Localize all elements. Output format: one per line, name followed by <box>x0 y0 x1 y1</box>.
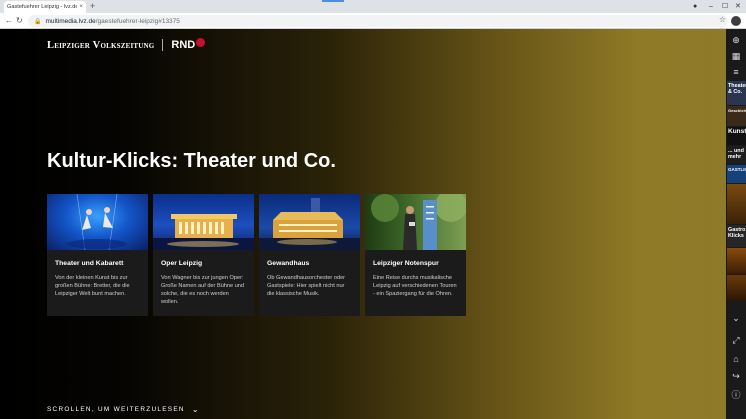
tab-accent <box>322 0 344 2</box>
card-gewandhaus[interactable]: Gewandhaus Ob Gewandhausorchester oder G… <box>259 194 360 316</box>
card-title: Oper Leipzig <box>161 260 203 267</box>
menu-icon[interactable]: ≡ <box>728 66 744 77</box>
profile-avatar[interactable] <box>731 16 741 26</box>
card-text: Eine Reise durchs musikalische Leipzig a… <box>373 275 457 297</box>
url-path: /gaestefuehrer-leipzig#13375 <box>95 17 180 25</box>
back-icon[interactable]: ← <box>5 14 13 28</box>
browser-tab[interactable]: Gastefuehrer Leipzig - lvz.de × <box>4 1 86 13</box>
page-title: Kultur-Klicks: Theater und Co. <box>47 150 336 172</box>
sidebar-item-theater[interactable]: Theater & Co. <box>727 81 746 105</box>
url-input[interactable]: 🔒 multimedia.lvz.de/gaestefuehrer-leipzi… <box>28 15 728 27</box>
sidebar-item-gastlich[interactable]: GASTLICH <box>727 165 746 183</box>
card-image-gewandhaus <box>259 194 360 250</box>
card-text: Von der kleinen Kunst bis zur großen Büh… <box>55 275 130 297</box>
card-title: Theater und Kabarett <box>55 260 124 267</box>
grid-icon[interactable]: ▦ <box>728 51 744 62</box>
record-icon[interactable]: ● <box>693 1 697 12</box>
home-icon[interactable]: ⌂ <box>728 353 744 364</box>
chevron-down-icon[interactable]: ⌄ <box>728 313 744 324</box>
card-list: Theater und Kabarett Von der kleinen Kun… <box>47 194 466 316</box>
card-image-notenspur <box>365 194 466 250</box>
rnd-logo: RND <box>171 39 196 51</box>
scroll-hint-label: SCROLLEN, UM WEITERZULESEN <box>47 406 185 413</box>
sidebar-nav: ⊕ ▦ ≡ Theater & Co. Geschichte Kunst ...… <box>726 29 746 419</box>
brand-divider <box>162 39 164 51</box>
rnd-mark-icon <box>196 37 206 47</box>
card-leipziger-notenspur[interactable]: Leipziger Notenspur Eine Reise durchs mu… <box>365 194 466 316</box>
plus-icon[interactable]: ⊕ <box>728 35 744 46</box>
tab-title: Gastefuehrer Leipzig - lvz.de <box>7 4 78 10</box>
lock-icon: 🔒 <box>34 18 42 25</box>
sidebar-item-mehr[interactable]: ... und mehr <box>727 146 746 164</box>
lvz-logo: Leipziger Volkszeitung <box>47 39 155 51</box>
card-text: Von Wagner bis zur jungen Oper: Große Na… <box>161 275 245 305</box>
card-oper-leipzig[interactable]: Oper Leipzig Von Wagner bis zur jungen O… <box>153 194 254 316</box>
card-title: Gewandhaus <box>267 260 310 267</box>
card-text: Ob Gewandhausorchester oder Gastspiele: … <box>267 275 346 297</box>
expand-icon[interactable]: ⤢ <box>728 335 744 346</box>
card-theater-kabarett[interactable]: Theater und Kabarett Von der kleinen Kun… <box>47 194 148 316</box>
url-host: multimedia.lvz.de <box>45 17 96 25</box>
maximize-icon[interactable]: ☐ <box>722 1 728 12</box>
minimize-icon[interactable]: – <box>709 1 713 12</box>
page-content: Leipziger Volkszeitung RND Kultur-Klicks… <box>0 29 726 419</box>
card-title: Leipziger Notenspur <box>373 260 439 267</box>
card-image-acrobats <box>47 194 148 250</box>
sidebar-item-thumb-6[interactable] <box>727 184 746 224</box>
close-window-icon[interactable]: ✕ <box>735 1 741 12</box>
tab-bar: Gastefuehrer Leipzig - lvz.de × + ● – ☐ … <box>0 0 746 13</box>
sidebar-item-thumb-8[interactable] <box>727 248 746 274</box>
info-icon[interactable]: ⓘ <box>728 389 744 400</box>
sidebar-item-geschichte[interactable]: Geschichte <box>727 106 746 126</box>
address-bar: ← ↻ 🔒 multimedia.lvz.de/gaestefuehrer-le… <box>0 13 746 29</box>
tab-close-icon[interactable]: × <box>79 4 83 10</box>
bookmark-star-icon[interactable]: ☆ <box>719 15 726 24</box>
card-image-opera-house <box>153 194 254 250</box>
scroll-hint[interactable]: SCROLLEN, UM WEITERZULESEN ⌄ <box>47 405 200 414</box>
url-text: multimedia.lvz.de/gaestefuehrer-leipzig#… <box>45 18 179 25</box>
chevron-down-icon: ⌄ <box>191 405 200 414</box>
share-icon[interactable]: ↪ <box>728 371 744 382</box>
sidebar-item-kunst[interactable]: Kunst <box>727 127 746 145</box>
reload-icon[interactable]: ↻ <box>16 14 23 28</box>
brand-header[interactable]: Leipziger Volkszeitung RND <box>47 37 206 51</box>
new-tab-button[interactable]: + <box>90 1 95 12</box>
sidebar-item-thumb-9[interactable] <box>727 275 746 301</box>
sidebar-item-gastro[interactable]: Gastro Klicks <box>727 225 746 247</box>
